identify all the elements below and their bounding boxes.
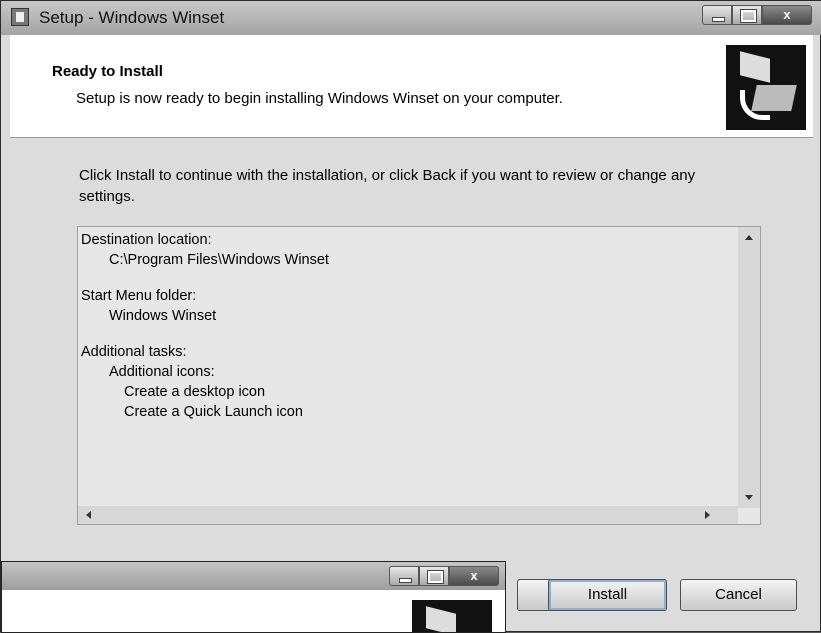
overlay-window-controls: x xyxy=(389,566,499,588)
overlay-installer-icon xyxy=(412,600,492,632)
overlay-title-bar[interactable]: x xyxy=(2,562,505,590)
destination-label: Destination location: xyxy=(81,232,212,248)
instructions-text: Click Install to continue with the insta… xyxy=(79,167,696,205)
close-button[interactable]: x xyxy=(762,5,812,25)
page-title: Ready to Install xyxy=(52,63,163,80)
tasks-group: Additional icons: xyxy=(109,364,215,380)
overlay-header xyxy=(2,590,505,632)
overlay-maximize-button[interactable] xyxy=(419,566,449,586)
start-menu-value: Windows Winset xyxy=(109,308,217,324)
window-controls: x xyxy=(702,5,812,27)
maximize-button[interactable] xyxy=(732,5,762,25)
cancel-button[interactable]: Cancel xyxy=(680,579,797,611)
wizard-content: Click Install to continue with the insta… xyxy=(10,139,813,633)
horizontal-scrollbar[interactable] xyxy=(78,506,738,524)
setup-dialog: Setup - Windows Winset x Ready to Instal… xyxy=(0,0,821,633)
scroll-up-icon[interactable] xyxy=(745,235,753,240)
vertical-scrollbar[interactable] xyxy=(738,227,760,508)
task-quick-launch-icon: Create a Quick Launch icon xyxy=(124,404,303,420)
start-menu-label: Start Menu folder: xyxy=(81,288,197,304)
setup-app-icon xyxy=(11,8,29,26)
installer-box-icon xyxy=(726,45,806,130)
overlapping-setup-window[interactable]: x xyxy=(1,561,506,633)
title-bar[interactable]: Setup - Windows Winset x xyxy=(1,1,821,35)
wizard-header: Ready to Install Setup is now ready to b… xyxy=(10,35,813,138)
install-summary-box[interactable]: Destination location: C:\Program Files\W… xyxy=(77,226,761,525)
scroll-left-icon[interactable] xyxy=(86,511,91,519)
task-desktop-icon: Create a desktop icon xyxy=(124,384,266,400)
summary-text: Destination location: C:\Program Files\W… xyxy=(81,230,721,422)
scroll-right-icon[interactable] xyxy=(705,511,710,519)
window-title: Setup - Windows Winset xyxy=(39,8,225,27)
scroll-down-icon[interactable] xyxy=(745,495,753,500)
minimize-button[interactable] xyxy=(702,5,732,25)
page-subtitle: Setup is now ready to begin installing W… xyxy=(76,90,563,107)
overlay-close-button[interactable]: x xyxy=(449,566,499,586)
install-button[interactable]: Install xyxy=(548,579,667,611)
tasks-label: Additional tasks: xyxy=(81,344,187,360)
destination-value: C:\Program Files\Windows Winset xyxy=(109,252,329,268)
overlay-minimize-button[interactable] xyxy=(389,566,419,586)
